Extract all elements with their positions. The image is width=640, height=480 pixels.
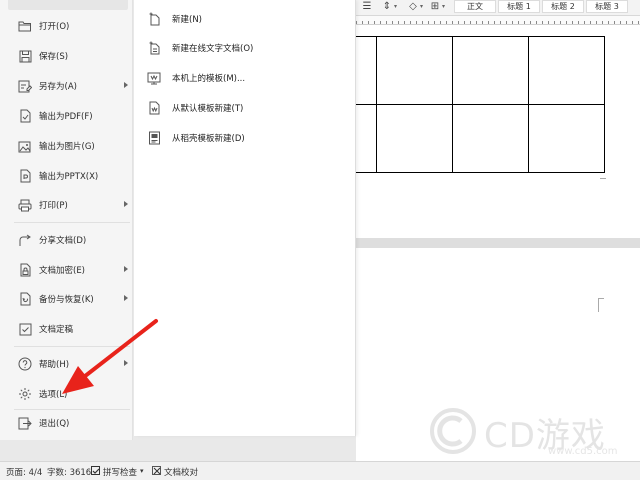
menu-divider <box>14 346 130 347</box>
menu-item-label: 文档加密(E) <box>39 266 86 276</box>
menu-item-label: 退出(Q) <box>39 419 70 429</box>
submenu-item-label: 从默认模板新建(T) <box>172 104 244 114</box>
menu-item-finalize[interactable]: 文档定稿 <box>8 316 132 342</box>
print-icon <box>16 196 34 214</box>
menu-item-label: 打开(O) <box>39 22 70 32</box>
menu-item-export-pdf[interactable]: 输出为PDF(F) <box>8 103 132 129</box>
save-as-icon <box>16 77 34 95</box>
watermark-logo-icon <box>430 408 476 454</box>
proofread-icon[interactable] <box>152 466 161 475</box>
submenu-item-new-online[interactable]: 新建在线文字文档(O) <box>146 37 346 59</box>
style-heading-3[interactable]: 标题 3 <box>586 0 628 13</box>
document-page[interactable] <box>356 25 640 238</box>
menu-item-label: 选项(L) <box>39 390 68 400</box>
finalize-icon <box>16 320 34 338</box>
menu-item-share[interactable]: 分享文档(D) <box>8 227 132 253</box>
align-icon[interactable]: ☰ <box>360 1 374 13</box>
new-submenu: 新建(N) 新建在线文字文档(O) 本机上的模板(M)... 从默认模板新建(T… <box>134 0 356 436</box>
menu-item-label: 分享文档(D) <box>39 236 87 246</box>
menu-item-label: 输出为PPTX(X) <box>39 172 99 182</box>
submenu-item-docer-template[interactable]: 从稻壳模板新建(D) <box>146 127 346 149</box>
gear-icon <box>16 385 34 403</box>
document-table[interactable] <box>356 36 605 173</box>
menu-item-help[interactable]: 帮助(H) <box>8 351 132 377</box>
chevron-right-icon <box>124 201 128 207</box>
docer-template-icon <box>146 130 162 146</box>
spell-check-dropdown-icon[interactable]: ▾ <box>140 467 144 475</box>
page-gap <box>356 238 640 248</box>
page-indicator[interactable]: 页面: 4/4 <box>6 466 42 478</box>
horizontal-ruler <box>356 16 640 25</box>
menu-divider <box>14 222 130 223</box>
menu-item-export-image[interactable]: 输出为图片(G) <box>8 133 132 159</box>
page-corner-mark <box>598 298 604 312</box>
export-image-icon <box>16 137 34 155</box>
submenu-item-local-template[interactable]: 本机上的模板(M)... <box>146 67 346 89</box>
menu-item-label: 打印(P) <box>39 201 68 211</box>
border-dropdown-icon[interactable]: ▾ <box>442 3 445 10</box>
submenu-item-label: 新建在线文字文档(O) <box>172 44 254 54</box>
ribbon-toolbar: ☰ ⇕ ▾ ◇ ▾ ⊞ ▾ 正文 标题 1 标题 2 标题 3 <box>356 0 640 16</box>
menu-item-label: 输出为图片(G) <box>39 142 95 152</box>
menu-header-button[interactable] <box>8 0 128 10</box>
menu-item-label: 保存(S) <box>39 52 69 62</box>
default-template-icon <box>146 100 162 116</box>
chevron-right-icon <box>124 82 128 88</box>
menu-item-label: 帮助(H) <box>39 360 70 370</box>
help-icon <box>16 355 34 373</box>
menu-item-label: 备份与恢复(K) <box>39 295 94 305</box>
local-template-icon <box>146 70 162 86</box>
fill-icon[interactable]: ◇ <box>406 1 420 13</box>
spell-check-checkbox[interactable] <box>91 466 100 475</box>
word-count[interactable]: 字数: 3616 <box>47 466 91 478</box>
proofread-label[interactable]: 文档校对 <box>164 466 198 478</box>
page-corner-mark <box>600 173 606 179</box>
watermark: CD游戏 www.cd5.com <box>428 406 628 466</box>
share-icon <box>16 231 34 249</box>
submenu-item-label: 新建(N) <box>172 15 202 25</box>
menu-item-open[interactable]: 打开(O) <box>8 13 132 39</box>
chevron-right-icon <box>124 295 128 301</box>
menu-item-exit[interactable]: 退出(Q) <box>8 410 132 436</box>
spacing-dropdown-icon[interactable]: ▾ <box>394 3 397 10</box>
chevron-right-icon <box>124 360 128 366</box>
menu-item-label: 文档定稿 <box>39 325 74 335</box>
file-menu: 打开(O) 保存(S) 另存为(A) 输出为PDF(F) 输出为图片(G) 输出… <box>0 0 133 440</box>
fill-dropdown-icon[interactable]: ▾ <box>420 3 423 10</box>
menu-item-print[interactable]: 打印(P) <box>8 192 132 218</box>
exit-icon <box>16 414 34 432</box>
style-heading-1[interactable]: 标题 1 <box>498 0 540 13</box>
submenu-item-label: 本机上的模板(M)... <box>172 74 246 84</box>
submenu-item-new[interactable]: 新建(N) <box>146 8 346 30</box>
save-icon <box>16 47 34 65</box>
export-pdf-icon <box>16 107 34 125</box>
watermark-url: www.cd5.com <box>548 446 618 457</box>
backup-icon <box>16 290 34 308</box>
spacing-icon[interactable]: ⇕ <box>380 1 394 13</box>
menu-item-backup[interactable]: 备份与恢复(K) <box>8 286 132 312</box>
menu-item-label: 另存为(A) <box>39 82 77 92</box>
new-online-doc-icon <box>146 40 162 56</box>
submenu-item-default-template[interactable]: 从默认模板新建(T) <box>146 97 346 119</box>
menu-item-options[interactable]: 选项(L) <box>8 381 132 407</box>
chevron-right-icon <box>124 266 128 272</box>
spell-check-label[interactable]: 拼写检查 <box>103 466 137 478</box>
new-doc-icon <box>146 11 162 27</box>
style-heading-2[interactable]: 标题 2 <box>542 0 584 13</box>
export-pptx-icon <box>16 167 34 185</box>
menu-item-label: 输出为PDF(F) <box>39 112 93 122</box>
menu-item-encrypt[interactable]: 文档加密(E) <box>8 257 132 283</box>
folder-open-icon <box>16 17 34 35</box>
menu-item-save-as[interactable]: 另存为(A) <box>8 73 132 99</box>
submenu-item-label: 从稻壳模板新建(D) <box>172 134 245 144</box>
style-normal[interactable]: 正文 <box>454 0 496 13</box>
menu-item-export-pptx[interactable]: 输出为PPTX(X) <box>8 163 132 189</box>
encrypt-icon <box>16 261 34 279</box>
menu-item-save[interactable]: 保存(S) <box>8 43 132 69</box>
border-icon[interactable]: ⊞ <box>428 1 442 13</box>
